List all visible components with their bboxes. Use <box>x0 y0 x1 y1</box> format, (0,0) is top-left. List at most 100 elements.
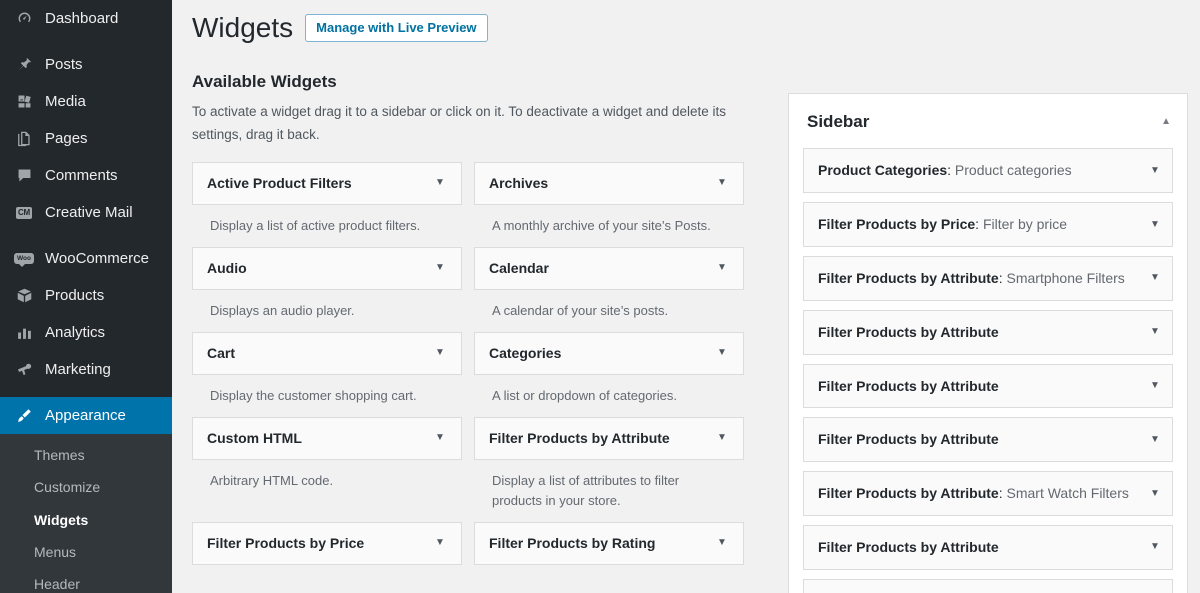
sidebar-widget-separator: : <box>999 485 1007 501</box>
available-widgets-section: Available Widgets To activate a widget d… <box>192 52 744 593</box>
chevron-down-icon[interactable]: ▼ <box>715 263 729 273</box>
sidebar-widget-row[interactable]: Filter Products by Price: Filter by pric… <box>803 202 1173 247</box>
sidebar-widget-separator: : <box>999 270 1007 286</box>
widget-title: Cart <box>207 345 235 362</box>
sidebar-item-posts[interactable]: Posts <box>0 46 172 83</box>
chevron-down-icon[interactable]: ▼ <box>433 178 447 188</box>
chevron-down-icon[interactable]: ▼ <box>1148 166 1162 176</box>
pages-icon <box>12 129 36 149</box>
sidebar-panel-header[interactable]: Sidebar ▲ <box>803 94 1173 148</box>
submenu-item-themes[interactable]: Themes <box>0 439 172 471</box>
sidebar-widget-title: Filter Products by Price <box>818 216 975 232</box>
sidebar-item-products[interactable]: Products <box>0 277 172 314</box>
sidebar-widget-row[interactable]: Filter Products by Attribute ▼ <box>803 310 1173 355</box>
sidebar-widget-row[interactable]: Filter Products by Attribute ▼ <box>803 417 1173 462</box>
submenu-item-header[interactable]: Header <box>0 568 172 593</box>
sidebar-item-marketing[interactable]: Marketing <box>0 351 172 388</box>
chevron-down-icon[interactable]: ▼ <box>1148 489 1162 499</box>
sidebar-widget-row[interactable]: Product Categories: Product categories▼ <box>803 148 1173 193</box>
paintbrush-icon <box>12 406 36 426</box>
sidebar-widget-row[interactable]: Filter Products by Attribute ▼ <box>803 525 1173 570</box>
submenu-item-customize[interactable]: Customize <box>0 471 172 503</box>
woo-icon: Woo <box>12 249 36 269</box>
chevron-down-icon[interactable]: ▼ <box>715 538 729 548</box>
available-widget-cell: Categories▼A list or dropdown of categor… <box>474 332 744 417</box>
sidebar-widget-row[interactable]: Filter Products by Attribute: Smart Watc… <box>803 471 1173 516</box>
available-widgets-title: Available Widgets <box>192 72 744 92</box>
chevron-down-icon[interactable]: ▼ <box>433 263 447 273</box>
chevron-down-icon[interactable]: ▼ <box>433 348 447 358</box>
sidebar-item-appearance[interactable]: Appearance <box>0 397 172 434</box>
manage-with-live-preview-button[interactable]: Manage with Live Preview <box>305 14 487 42</box>
sidebar-item-comments[interactable]: Comments <box>0 157 172 194</box>
chevron-down-icon[interactable]: ▼ <box>1148 381 1162 391</box>
widgets-columns: Available Widgets To activate a widget d… <box>192 52 1180 593</box>
widget-card[interactable]: Filter Products by Rating ▼ <box>474 522 744 565</box>
sidebar-column: Sidebar ▲ Product Categories: Product ca… <box>788 52 1188 593</box>
page-header: Widgets Manage with Live Preview <box>192 0 1180 46</box>
widget-description: Arbitrary HTML code. <box>192 460 462 502</box>
chevron-up-icon[interactable]: ▲ <box>1161 117 1171 127</box>
widget-title: Filter Products by Rating <box>489 535 655 552</box>
sidebar-item-pages[interactable]: Pages <box>0 120 172 157</box>
sidebar-widget-title: Filter Products by Attribute <box>818 324 999 340</box>
widget-card[interactable]: Calendar▼ <box>474 247 744 290</box>
chevron-down-icon[interactable]: ▼ <box>1148 220 1162 230</box>
chevron-down-icon[interactable]: ▼ <box>715 433 729 443</box>
available-widget-cell: Active Product Filters▼Display a list of… <box>192 162 462 247</box>
chevron-down-icon[interactable]: ▼ <box>1148 273 1162 283</box>
chevron-down-icon[interactable]: ▼ <box>715 348 729 358</box>
sidebar-widget-row[interactable]: Filter Products by Attribute: Smartphone… <box>803 256 1173 301</box>
widget-card[interactable]: Archives ▼ <box>474 162 744 205</box>
sidebar-widget-title: Filter Products by Attribute <box>818 539 999 555</box>
sidebar-widget-instance: Filter by price <box>983 216 1067 232</box>
sidebar-item-label: Posts <box>45 57 83 72</box>
menu-separator <box>0 231 172 240</box>
submenu-item-menus[interactable]: Menus <box>0 536 172 568</box>
widget-card[interactable]: Cart ▼ <box>192 332 462 375</box>
sidebar-widget-name: Filter Products by Attribute: Smart Watc… <box>818 485 1129 502</box>
chevron-down-icon[interactable]: ▼ <box>433 538 447 548</box>
available-widget-cell: Filter Products by Rating ▼ <box>474 522 744 593</box>
available-widget-cell: Filter Products by Attribute▼Display a l… <box>474 417 744 522</box>
sidebar-widget-area: Sidebar ▲ Product Categories: Product ca… <box>788 93 1188 593</box>
chevron-down-icon[interactable]: ▼ <box>1148 542 1162 552</box>
chevron-down-icon[interactable]: ▼ <box>715 178 729 188</box>
widget-card[interactable]: Filter Products by Attribute▼ <box>474 417 744 460</box>
sidebar-widget-row[interactable] <box>803 579 1173 593</box>
megaphone-icon <box>12 360 36 380</box>
widget-description: Display the customer shopping cart. <box>192 375 462 417</box>
sidebar-item-label: Analytics <box>45 325 105 340</box>
page-title: Widgets <box>192 10 293 46</box>
sidebar-widget-title: Filter Products by Attribute <box>818 378 999 394</box>
available-widgets-description: To activate a widget drag it to a sideba… <box>192 101 732 146</box>
submenu-item-widgets[interactable]: Widgets <box>0 504 172 536</box>
sidebar-widget-instance: Product categories <box>955 162 1072 178</box>
sidebar-panel-title: Sidebar <box>807 112 869 132</box>
widget-card[interactable]: Filter Products by Price ▼ <box>192 522 462 565</box>
sidebar-item-dashboard[interactable]: Dashboard <box>0 0 172 37</box>
chevron-down-icon[interactable]: ▼ <box>1148 435 1162 445</box>
widget-title: Custom HTML <box>207 430 302 447</box>
sidebar-item-creative-mail[interactable]: CMCreative Mail <box>0 194 172 231</box>
widget-card[interactable]: Custom HTML ▼ <box>192 417 462 460</box>
sidebar-item-media[interactable]: Media <box>0 83 172 120</box>
widget-card[interactable]: Active Product Filters▼ <box>192 162 462 205</box>
sidebar-item-analytics[interactable]: Analytics <box>0 314 172 351</box>
widget-card[interactable]: Categories▼ <box>474 332 744 375</box>
widget-description: Display a list of attributes to filter p… <box>474 460 744 522</box>
appearance-submenu: ThemesCustomizeWidgetsMenusHeader <box>0 434 172 593</box>
chevron-down-icon[interactable]: ▼ <box>433 433 447 443</box>
menu-separator <box>0 388 172 397</box>
chevron-down-icon[interactable]: ▼ <box>1148 327 1162 337</box>
widget-description <box>192 565 462 593</box>
sidebar-item-label: Creative Mail <box>45 205 133 220</box>
widget-title: Filter Products by Price <box>207 535 364 552</box>
sidebar-item-woocommerce[interactable]: WooWooCommerce <box>0 240 172 277</box>
available-widget-cell: Custom HTML ▼ Arbitrary HTML code. <box>192 417 462 522</box>
sidebar-widget-name: Filter Products by Attribute <box>818 431 999 448</box>
bar-chart-icon <box>12 323 36 343</box>
sidebar-widget-row[interactable]: Filter Products by Attribute ▼ <box>803 364 1173 409</box>
widget-card[interactable]: Audio▼ <box>192 247 462 290</box>
widget-title: Archives <box>489 175 548 192</box>
